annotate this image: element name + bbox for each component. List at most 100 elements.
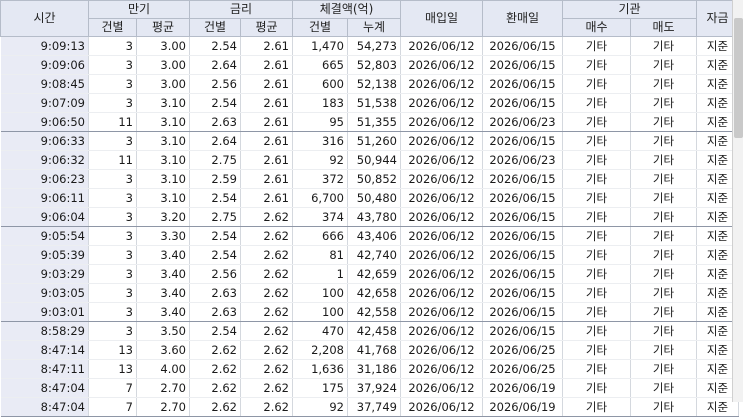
cell-buy-date: 2026/06/12 (400, 283, 483, 303)
table-row[interactable]: 9:03:05 3 3.40 2.63 2.62 100 42,658 2026/06/12 2… (0, 283, 739, 303)
cell-rate-each: 2.54 (189, 93, 241, 113)
table-row[interactable]: 9:07:09 3 3.10 2.54 2.61 183 51,538 2026/06/12 2… (0, 93, 739, 113)
vertical-scrollbar[interactable] (732, 0, 743, 402)
table-row[interactable]: 9:06:04 3 3.20 2.75 2.62 374 43,780 2026/06/12 2… (0, 207, 739, 227)
cell-maturity-count: 13 (88, 359, 137, 379)
cell-rate-avg: 2.61 (240, 112, 293, 132)
cell-inst-sell: 기타 (630, 283, 697, 303)
col-buy-date-header[interactable]: 매입일 (400, 0, 483, 37)
cell-inst-sell: 기타 (630, 112, 697, 132)
cell-amount-cum: 42,740 (347, 245, 401, 265)
cell-rate-avg: 2.62 (240, 283, 293, 303)
table-row[interactable]: 9:03:29 3 3.40 2.56 2.62 1 42,659 2026/06/12 202… (0, 264, 739, 284)
cell-rate-avg: 2.62 (240, 264, 293, 284)
cell-maturity-avg: 3.10 (136, 188, 190, 208)
scroll-thumb[interactable] (734, 18, 743, 138)
cell-amount-each: 100 (292, 283, 348, 303)
cell-maturity-avg: 3.00 (136, 36, 190, 56)
col-maturity-avg-header[interactable]: 평균 (136, 18, 190, 37)
cell-inst-buy: 기타 (562, 283, 631, 303)
cell-rate-each: 2.64 (189, 131, 241, 151)
table-row[interactable]: 8:47:14 13 3.60 2.62 2.62 2,208 41,768 2026/06/… (0, 340, 739, 360)
col-amount-each-header[interactable]: 건별 (292, 18, 348, 37)
cell-buy-date: 2026/06/12 (400, 264, 483, 284)
cell-sell-date: 2026/06/25 (482, 340, 563, 360)
cell-amount-cum: 51,260 (347, 131, 401, 151)
cell-amount-each: 470 (292, 321, 348, 341)
col-rate-avg-header[interactable]: 평균 (240, 18, 293, 37)
cell-rate-each: 2.63 (189, 112, 241, 132)
table-row[interactable]: 9:09:06 3 3.00 2.64 2.61 665 52,803 2026/06/12 2… (0, 55, 739, 75)
cell-time: 9:03:01 (0, 302, 89, 322)
table-row[interactable]: 9:06:32 11 3.10 2.75 2.61 92 50,944 2026/06/12 2… (0, 150, 739, 170)
cell-inst-sell: 기타 (630, 397, 697, 417)
cell-inst-sell: 기타 (630, 359, 697, 379)
cell-amount-each: 316 (292, 131, 348, 151)
cell-sell-date: 2026/06/15 (482, 283, 563, 303)
cell-rate-each: 2.63 (189, 283, 241, 303)
table-row[interactable]: 9:05:54 3 3.30 2.54 2.62 666 43,406 2026/06/12 2… (0, 226, 739, 246)
col-inst-buy-header[interactable]: 매수 (562, 18, 631, 37)
table-row[interactable]: 9:06:50 11 3.10 2.63 2.61 95 51,355 2026/06/12 2… (0, 112, 739, 132)
cell-time: 9:06:50 (0, 112, 89, 132)
cell-amount-cum: 42,659 (347, 264, 401, 284)
col-sell-date-header[interactable]: 환매일 (482, 0, 563, 37)
cell-rate-each: 2.64 (189, 55, 241, 75)
table-row[interactable]: 9:08:45 3 3.00 2.56 2.61 600 52,138 2026/06/12 2… (0, 74, 739, 94)
cell-amount-cum: 37,749 (347, 397, 401, 417)
cell-rate-each: 2.62 (189, 378, 241, 398)
table-row[interactable]: 8:47:04 7 2.70 2.62 2.62 92 37,749 2026/06/12 20… (0, 397, 739, 417)
cell-inst-sell: 기타 (630, 55, 697, 75)
cell-amount-each: 81 (292, 245, 348, 265)
col-amount-cum-header[interactable]: 누계 (347, 18, 401, 37)
cell-time: 8:47:11 (0, 359, 89, 379)
col-rate-each-header[interactable]: 건별 (189, 18, 241, 37)
table-row[interactable]: 9:06:33 3 3.10 2.64 2.61 316 51,260 2026/06/12 2… (0, 131, 739, 151)
cell-sell-date: 2026/06/15 (482, 36, 563, 56)
cell-maturity-avg: 3.10 (136, 169, 190, 189)
col-amount-header[interactable]: 체결액(억) (292, 0, 401, 19)
cell-maturity-count: 3 (88, 245, 137, 265)
cell-inst-sell: 기타 (630, 74, 697, 94)
cell-rate-each: 2.59 (189, 169, 241, 189)
cell-inst-buy: 기타 (562, 131, 631, 151)
cell-rate-avg: 2.61 (240, 150, 293, 170)
table-row[interactable]: 8:47:04 7 2.70 2.62 2.62 175 37,924 2026/06/12 2… (0, 378, 739, 398)
col-maturity-header[interactable]: 만기 (88, 0, 190, 19)
cell-rate-avg: 2.61 (240, 131, 293, 151)
cell-time: 8:47:04 (0, 397, 89, 417)
cell-inst-buy: 기타 (562, 321, 631, 341)
cell-amount-cum: 52,803 (347, 55, 401, 75)
cell-amount-each: 2,208 (292, 340, 348, 360)
table-row[interactable]: 9:09:13 3 3.00 2.54 2.61 1,470 54,273 2026/06/1… (0, 36, 739, 56)
cell-buy-date: 2026/06/12 (400, 188, 483, 208)
table-row[interactable]: 9:03:01 3 3.40 2.63 2.62 100 42,558 2026/06/12 2… (0, 302, 739, 322)
cell-inst-sell: 기타 (630, 245, 697, 265)
table-row[interactable]: 9:05:39 3 3.40 2.54 2.62 81 42,740 2026/06/12 20… (0, 245, 739, 265)
table-row[interactable]: 9:06:11 3 3.10 2.54 2.61 6,700 50,480 2026/06/1… (0, 188, 739, 208)
cell-buy-date: 2026/06/12 (400, 378, 483, 398)
cell-inst-buy: 기타 (562, 245, 631, 265)
cell-maturity-count: 3 (88, 188, 137, 208)
cell-maturity-avg: 3.20 (136, 207, 190, 227)
table-row[interactable]: 8:47:11 13 4.00 2.62 2.62 1,636 31,186 2026/06/… (0, 359, 739, 379)
cell-time: 9:05:39 (0, 245, 89, 265)
cell-maturity-count: 3 (88, 207, 137, 227)
table-row[interactable]: 9:06:23 3 3.10 2.59 2.61 372 50,852 2026/06/12 2… (0, 169, 739, 189)
col-rate-header[interactable]: 금리 (189, 0, 293, 19)
cell-maturity-count: 11 (88, 150, 137, 170)
cell-time: 9:06:04 (0, 207, 89, 227)
cell-buy-date: 2026/06/12 (400, 131, 483, 151)
cell-inst-buy: 기타 (562, 207, 631, 227)
cell-rate-avg: 2.61 (240, 74, 293, 94)
col-inst-sell-header[interactable]: 매도 (630, 18, 697, 37)
cell-amount-cum: 42,458 (347, 321, 401, 341)
col-maturity-count-header[interactable]: 건별 (88, 18, 137, 37)
col-institution-header[interactable]: 기관 (562, 0, 697, 19)
cell-time: 9:03:29 (0, 264, 89, 284)
cell-rate-avg: 2.61 (240, 169, 293, 189)
cell-inst-buy: 기타 (562, 302, 631, 322)
cell-maturity-count: 3 (88, 226, 137, 246)
table-row[interactable]: 8:58:29 3 3.50 2.54 2.62 470 42,458 2026/06/12 2… (0, 321, 739, 341)
col-time-header[interactable]: 시간 (0, 0, 89, 37)
